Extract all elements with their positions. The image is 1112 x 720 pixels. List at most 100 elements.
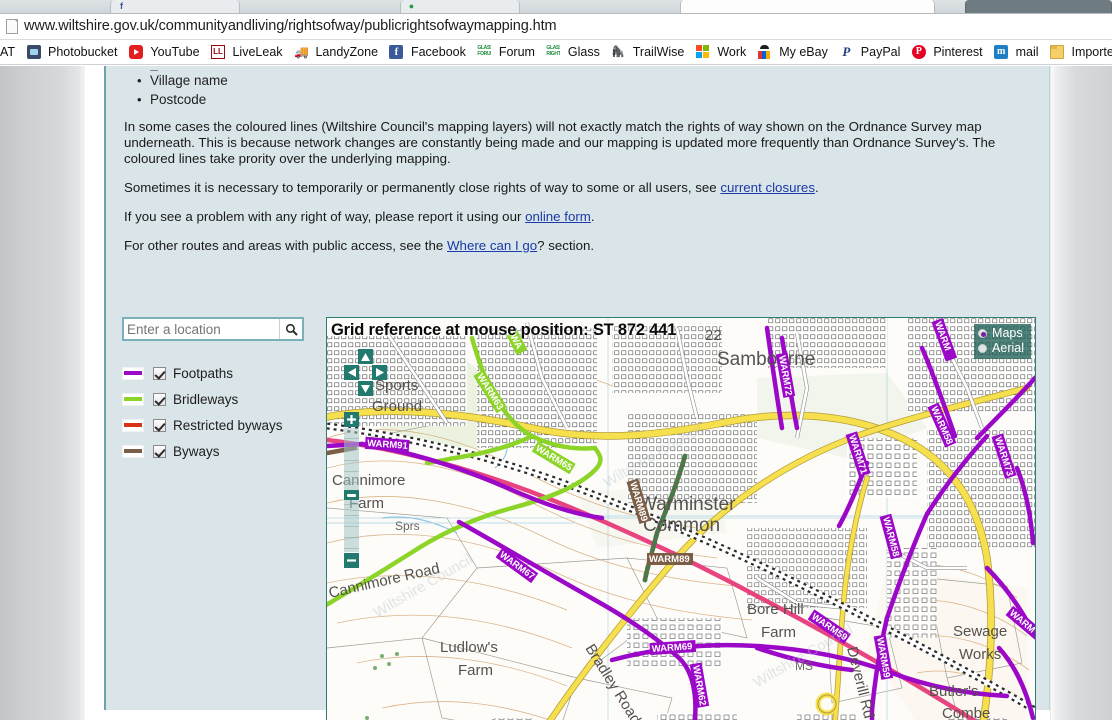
legend-label: Restricted byways [173, 417, 283, 433]
bookmark-liveleak[interactable]: LL LiveLeak [209, 40, 288, 64]
link-where-can-i-go[interactable]: Where can I go [447, 238, 537, 253]
byways-colour-swatch [122, 444, 144, 458]
legend-row-byways[interactable]: Byways [122, 438, 312, 464]
map-label: Sambourne [717, 349, 815, 370]
bridleways-checkbox[interactable] [153, 392, 166, 406]
bookmark-trailwise[interactable]: 🦍 TrailWise [609, 40, 689, 64]
bookmark-my-ebay[interactable]: My eBay [756, 40, 833, 64]
layer-option-aerial[interactable]: Aerial [978, 341, 1024, 356]
pan-left-button[interactable] [344, 365, 359, 380]
map-label: Combe [942, 705, 990, 720]
bookmark-landyzone[interactable]: 🚚 LandyZone [292, 40, 383, 64]
pinterest-icon: P [911, 45, 926, 59]
bookmark-youtube[interactable]: YouTube [127, 40, 205, 64]
bookmark-paypal[interactable]: P PayPal [837, 40, 905, 64]
browser-tab[interactable] [965, 0, 1112, 13]
map-grid-label: 22 [705, 327, 722, 344]
byways-checkbox[interactable] [153, 444, 166, 458]
zoom-track[interactable] [344, 428, 359, 552]
pan-down-button[interactable] [358, 381, 373, 396]
address-bar[interactable]: www.wiltshire.gov.uk/communityandliving/… [0, 14, 1112, 40]
bookmark-facebook[interactable]: f Facebook [387, 40, 470, 64]
paragraph-report-problem: If you see a problem with any right of w… [124, 209, 1027, 225]
bookmark-mail[interactable]: m mail [992, 40, 1043, 64]
pan-up-button[interactable] [358, 349, 373, 364]
search-input[interactable] [127, 320, 279, 338]
map-label: Farm [458, 662, 493, 679]
zoom-handle[interactable] [344, 490, 359, 500]
paragraph-text: ? section. [537, 238, 595, 253]
mail-icon: m [994, 45, 1009, 59]
bookmark-label: Glass [567, 45, 600, 59]
ebay-bag-icon [757, 45, 772, 59]
map-canvas[interactable]: Sports Ground Sambourne Cannimore Farm S… [327, 318, 1035, 720]
list-item: Postcode [137, 90, 1044, 109]
map-label: Cannimore [332, 472, 405, 489]
bookmark-label: Forum [498, 45, 535, 59]
bookmark-forum[interactable]: GLASSFORUM Forum [475, 40, 540, 64]
legend-label: Footpaths [173, 365, 234, 381]
restricted-byways-checkbox[interactable] [153, 418, 166, 432]
map-layer-switcher[interactable]: Maps Aerial [974, 324, 1031, 359]
grid-reference-readout: Grid reference at mouse position: ST 872… [331, 321, 676, 340]
bookmark-pinterest[interactable]: P Pinterest [910, 40, 988, 64]
map-label: Bore Hill [747, 601, 804, 618]
aerial-radio[interactable] [978, 344, 988, 353]
bookmarks-bar: AT Photobucket YouTube LL LiveLeak 🚚 Lan… [0, 40, 1112, 65]
pan-right-button[interactable] [372, 365, 387, 380]
link-current-closures[interactable]: current closures [720, 180, 815, 195]
bookmark-label: PayPal [860, 45, 901, 59]
facebook-icon: f [120, 1, 123, 11]
folder-icon [1049, 45, 1064, 59]
bookmark-label: TrailWise [632, 45, 685, 59]
layer-option-maps[interactable]: Maps [978, 326, 1024, 341]
bookmark-photobucket[interactable]: Photobucket [25, 40, 123, 64]
page-left-margin [0, 66, 85, 720]
bookmark-glass[interactable]: GLASSRIGHTS Glass [544, 40, 604, 64]
bookmark-label: YouTube [150, 45, 200, 59]
zoom-in-button[interactable] [344, 412, 359, 427]
bookmark-imported-folder[interactable]: Imported [1048, 40, 1112, 64]
link-online-form[interactable]: online form [525, 209, 591, 224]
list-item: Village name [137, 71, 1044, 90]
browser-tab-strip: f ● [0, 0, 1112, 14]
browser-tab[interactable]: ● [400, 0, 520, 13]
browser-tab[interactable]: f [110, 0, 240, 13]
footpaths-colour-swatch [122, 366, 144, 380]
bookmark-label: Pinterest [933, 45, 983, 59]
glass-icon: GLASSRIGHTS [546, 45, 561, 59]
bookmark-label: AT [0, 45, 16, 59]
map-label: Warminster [639, 494, 736, 515]
bookmark-label: Photobucket [47, 45, 118, 59]
zoom-out-button[interactable] [344, 553, 359, 568]
glassforum-icon: GLASSFORUM [477, 45, 492, 59]
footpaths-checkbox[interactable] [153, 366, 166, 380]
map-pan-controls [344, 349, 388, 397]
bookmark-at[interactable]: AT [0, 40, 20, 64]
legend-row-bridleways[interactable]: Bridleways [122, 386, 312, 412]
map-zoom-slider[interactable] [344, 412, 359, 568]
browser-tab-active[interactable] [680, 0, 935, 13]
grid-reference-prefix: Grid reference at mouse position: [331, 321, 589, 339]
search-icon[interactable] [279, 319, 302, 339]
map-label: Sprs [395, 519, 420, 533]
paragraph-text: In some cases the coloured lines (Wiltsh… [124, 119, 996, 166]
bookmark-work[interactable]: Work [694, 40, 751, 64]
bookmark-label: Imported [1071, 45, 1112, 59]
facebook-icon: f [389, 45, 404, 59]
bookmark-label: Work [717, 45, 747, 59]
map-label: Ludlow's [440, 639, 498, 656]
legend-row-restricted-byways[interactable]: Restricted byways [122, 412, 312, 438]
paragraph-text: For other routes and areas with public a… [124, 238, 447, 253]
location-search-box[interactable] [122, 317, 304, 341]
page-document-icon [6, 19, 18, 34]
paragraph-text: . [590, 209, 595, 224]
legend-row-footpaths[interactable]: Footpaths [122, 360, 312, 386]
layer-label: Aerial [992, 341, 1024, 355]
microsoft-icon [695, 45, 710, 59]
rights-of-way-map[interactable]: Sports Ground Sambourne Cannimore Farm S… [326, 317, 1036, 720]
grid-reference-value: ST 872 441 [592, 321, 677, 339]
paragraph-closures: Sometimes it is necessary to temporarily… [124, 180, 1027, 196]
map-label: Works [959, 646, 1001, 663]
maps-radio[interactable] [978, 329, 988, 338]
